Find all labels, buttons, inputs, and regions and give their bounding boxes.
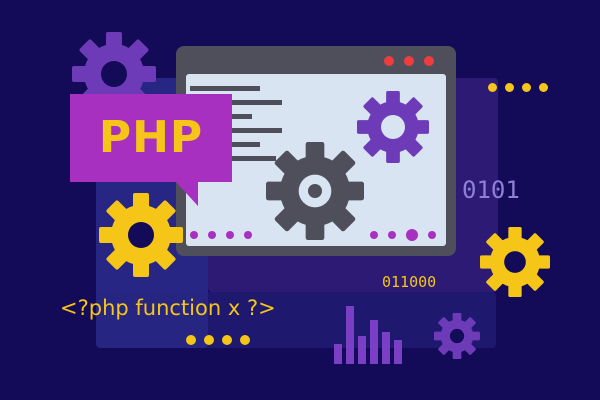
window-dot <box>384 56 394 66</box>
code-snippet: <?php function x ?> <box>60 296 276 320</box>
gear-icon <box>480 227 550 297</box>
window-dot <box>428 231 436 239</box>
decorative-dot <box>539 83 548 92</box>
bar-chart-bar <box>370 320 378 364</box>
window-dot <box>424 56 434 66</box>
gear-icon <box>266 142 364 240</box>
gear-icon <box>434 313 480 359</box>
bar-chart-bar <box>394 340 402 364</box>
window-dot <box>244 231 252 239</box>
binary-text: 0101 <box>462 176 520 204</box>
gear-icon <box>357 91 429 163</box>
binary-text: 011000 <box>382 273 437 291</box>
illustration: PHP 0101 011000 <?php function x ?> <box>0 0 600 400</box>
decorative-dot <box>240 335 250 345</box>
decorative-dot <box>186 335 196 345</box>
window-dot <box>226 231 234 239</box>
window-dot <box>208 231 216 239</box>
decorative-dot <box>222 335 232 345</box>
window-dot <box>370 231 378 239</box>
bar-chart-bar <box>334 344 342 364</box>
window-dot <box>388 231 396 239</box>
bar-chart-bar <box>346 306 354 364</box>
gear-icon <box>99 193 183 277</box>
decorative-dot <box>204 335 214 345</box>
bar-chart-bar <box>382 332 390 364</box>
window-dot <box>406 229 418 241</box>
window-dot <box>190 231 198 239</box>
decorative-dot <box>505 83 514 92</box>
decorative-dot <box>522 83 531 92</box>
text-line <box>190 86 260 91</box>
php-badge-label: PHP <box>98 112 204 163</box>
decorative-dot <box>488 83 497 92</box>
bar-chart-bar <box>358 336 366 364</box>
window-dot <box>404 56 414 66</box>
